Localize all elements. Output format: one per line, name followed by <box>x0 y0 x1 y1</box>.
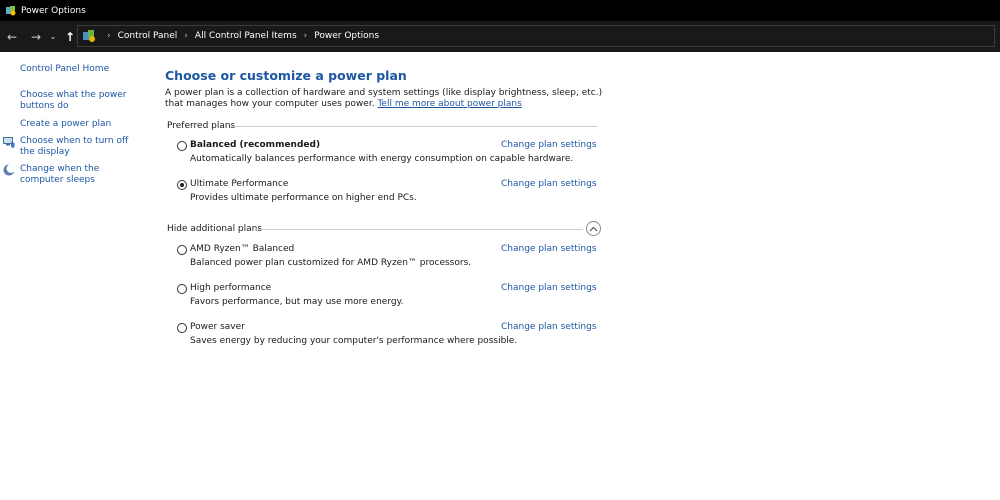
arrow-left-icon: ← <box>6 29 18 44</box>
plan-radio[interactable] <box>177 180 187 190</box>
plan-radio[interactable] <box>177 245 187 255</box>
change-plan-settings-link[interactable]: Change plan settings <box>501 283 597 293</box>
forward-button[interactable]: → <box>25 26 47 48</box>
plan-name[interactable]: Ultimate Performance <box>190 179 288 189</box>
sidebar-item-computer-sleeps[interactable]: Change when the computer sleeps <box>20 164 130 186</box>
breadcrumb-power-options[interactable]: Power Options <box>314 31 379 41</box>
change-plan-settings-link[interactable]: Change plan settings <box>501 179 597 189</box>
address-bar: ← → ⌄ ↑ › Control Panel › All Control Pa… <box>0 21 1000 52</box>
plan-description: Automatically balances performance with … <box>190 154 574 164</box>
change-plan-settings-link[interactable]: Change plan settings <box>501 244 597 254</box>
sidebar-control-panel-home[interactable]: Control Panel Home <box>20 64 130 75</box>
plan-radio[interactable] <box>177 141 187 151</box>
window-title: Power Options <box>21 5 86 16</box>
plan-name[interactable]: AMD Ryzen™ Balanced <box>190 244 294 254</box>
arrow-up-icon: ↑ <box>64 29 76 44</box>
change-plan-settings-link[interactable]: Change plan settings <box>501 140 597 150</box>
power-options-icon <box>6 6 16 16</box>
control-panel-icon <box>83 30 95 42</box>
plan-description: Provides ultimate performance on higher … <box>190 193 417 203</box>
back-button[interactable]: ← <box>1 26 23 48</box>
sidebar: Control Panel Home Choose what the power… <box>0 52 150 500</box>
title-bar: Power Options <box>0 0 1000 21</box>
divider <box>230 126 597 127</box>
plan-name[interactable]: Balanced (recommended) <box>190 140 320 150</box>
plan-name[interactable]: High performance <box>190 283 271 293</box>
preferred-plans-label: Preferred plans <box>167 121 236 131</box>
chevron-down-icon: ⌄ <box>49 32 57 41</box>
plan-description: Favors performance, but may use more ene… <box>190 297 404 307</box>
plan-description: Saves energy by reducing your computer's… <box>190 336 518 346</box>
breadcrumb-separator: › <box>107 31 111 41</box>
breadcrumb-separator: › <box>184 31 188 41</box>
plan-name[interactable]: Power saver <box>190 322 245 332</box>
breadcrumb-control-panel[interactable]: Control Panel <box>118 31 178 41</box>
arrow-right-icon: → <box>30 29 42 44</box>
sidebar-item-create-plan[interactable]: Create a power plan <box>20 119 130 130</box>
sidebar-item-turn-off-display[interactable]: Choose when to turn off the display <box>20 136 130 158</box>
plan-description: Balanced power plan customized for AMD R… <box>190 258 472 268</box>
breadcrumb-separator: › <box>303 31 308 41</box>
monitor-shield-icon <box>3 137 15 148</box>
plan-radio[interactable] <box>177 284 187 294</box>
divider <box>256 229 583 230</box>
change-plan-settings-link[interactable]: Change plan settings <box>501 322 597 332</box>
recent-locations-button[interactable]: ⌄ <box>47 26 59 48</box>
hide-additional-plans-label[interactable]: Hide additional plans <box>167 224 262 234</box>
address-field[interactable]: › Control Panel › All Control Panel Item… <box>77 25 995 47</box>
preferred-plans-header: Preferred plans <box>167 121 235 131</box>
page-title: Choose or customize a power plan <box>165 68 407 83</box>
chevron-up-icon <box>589 226 598 231</box>
plan-radio[interactable] <box>177 323 187 333</box>
moon-icon <box>3 164 15 176</box>
breadcrumb-all-items[interactable]: All Control Panel Items <box>195 31 297 41</box>
sidebar-item-power-buttons[interactable]: Choose what the power buttons do <box>20 90 130 112</box>
intro-text: A power plan is a collection of hardware… <box>165 88 610 110</box>
tell-me-more-link[interactable]: Tell me more about power plans <box>377 99 521 109</box>
collapse-plans-button[interactable] <box>586 221 601 236</box>
additional-plans-header: Hide additional plans <box>167 224 262 234</box>
